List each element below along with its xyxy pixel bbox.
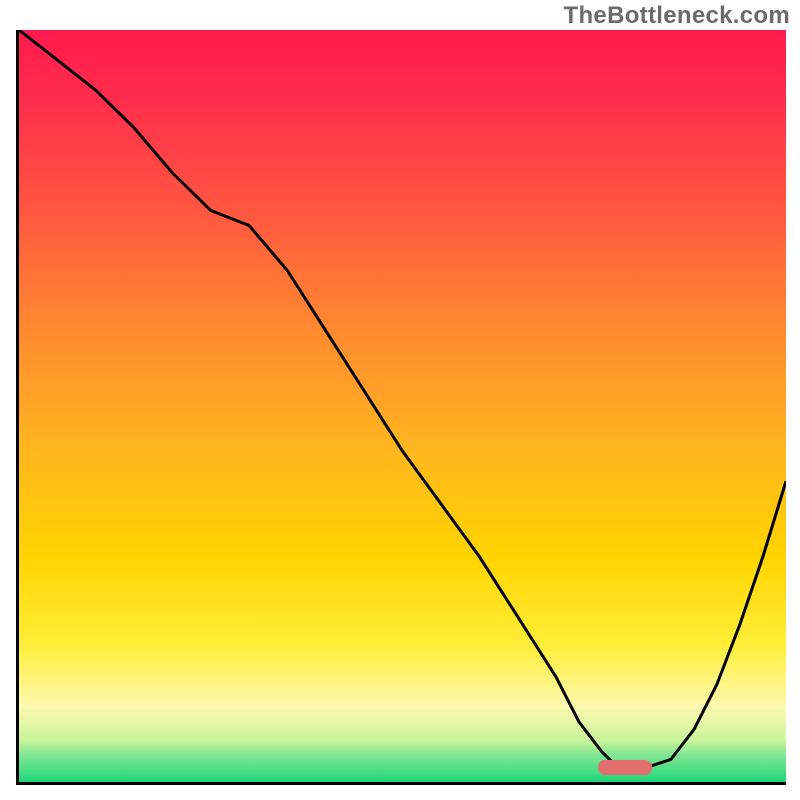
gradient-background bbox=[19, 30, 786, 782]
chart-svg bbox=[19, 30, 786, 782]
optimal-range-marker bbox=[598, 760, 652, 775]
chart-stage: TheBottleneck.com bbox=[0, 0, 800, 800]
watermark-label: TheBottleneck.com bbox=[564, 2, 790, 30]
